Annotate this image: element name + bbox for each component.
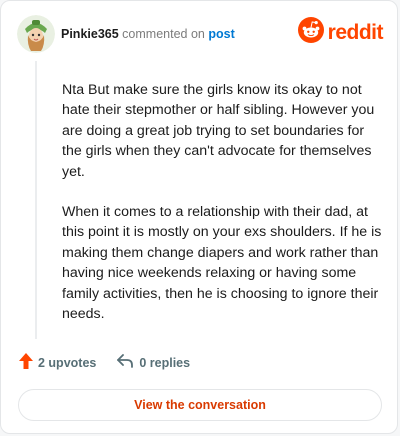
comment-body: Nta But make sure the girls know its oka…: [62, 80, 382, 344]
username-link[interactable]: Pinkie365: [61, 27, 119, 41]
replies-count: 0 replies: [139, 355, 191, 370]
action-text: commented on: [122, 27, 205, 41]
thread-line: [35, 61, 37, 339]
upvotes-count: 2 upvotes: [38, 355, 97, 370]
comment-header: Pinkie365 commented on post reddit: [17, 15, 384, 53]
comment-paragraph: When it comes to a relationship with the…: [62, 204, 382, 323]
reddit-brand[interactable]: reddit: [297, 17, 384, 48]
reddit-logo-icon: [297, 17, 324, 48]
view-conversation-button[interactable]: View the conversation: [18, 389, 382, 421]
comment-paragraph: Nta But make sure the girls know its oka…: [62, 82, 375, 180]
post-link[interactable]: post: [208, 27, 234, 41]
user-avatar-icon[interactable]: [17, 15, 55, 53]
comment-meta: Pinkie365 commented on post: [61, 27, 235, 41]
reply-arrow-icon: [116, 354, 139, 371]
replies-button[interactable]: 0 replies: [116, 354, 190, 371]
upvote-button[interactable]: 2 upvotes: [19, 353, 96, 372]
upvote-arrow-icon: [19, 353, 38, 372]
comment-actions: 2 upvotes 0 replies: [19, 353, 190, 372]
comment-card: Pinkie365 commented on post reddit Nta B…: [0, 0, 398, 434]
reddit-wordmark: reddit: [327, 20, 384, 44]
